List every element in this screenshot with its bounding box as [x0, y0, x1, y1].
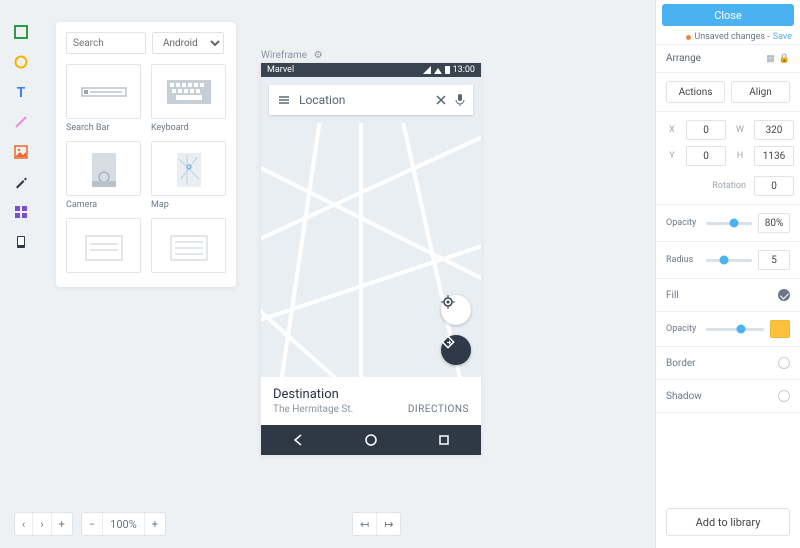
gear-icon[interactable]: ⚙: [314, 50, 323, 61]
back-icon[interactable]: [291, 433, 305, 447]
component-label: Search Bar: [66, 123, 141, 133]
device-tool-icon: [14, 235, 28, 249]
signal-icon: [423, 66, 431, 74]
line-tool-icon: [14, 115, 28, 129]
home-icon[interactable]: [364, 433, 378, 447]
component-card-map[interactable]: Map: [151, 141, 226, 210]
bottom-left-controls: ‹ › + − 100% +: [14, 512, 166, 536]
recents-icon[interactable]: [437, 433, 451, 447]
clock: 13:00: [453, 65, 475, 75]
history-group: ‹ › +: [14, 512, 73, 536]
directions-link[interactable]: DIRECTIONS: [408, 404, 469, 415]
save-link[interactable]: Save: [773, 32, 792, 42]
component-label: Camera: [66, 200, 141, 210]
component-card-searchbar[interactable]: Search Bar: [66, 64, 141, 133]
app-title: Marvel: [267, 65, 294, 75]
map-viewport[interactable]: [261, 123, 481, 377]
image-tool[interactable]: [11, 142, 31, 162]
border-toggle[interactable]: [778, 357, 790, 369]
align-button[interactable]: Align: [731, 81, 790, 103]
component-card-camera[interactable]: Camera: [66, 141, 141, 210]
text-tool-icon: T: [14, 85, 28, 99]
fill-toggle[interactable]: [778, 289, 790, 301]
lock-closed-icon[interactable]: 🔒: [779, 54, 790, 64]
hamburger-icon[interactable]: [277, 93, 291, 107]
x-input[interactable]: [686, 120, 726, 140]
close-icon[interactable]: [435, 94, 447, 106]
component-search-input[interactable]: [66, 32, 146, 54]
shadow-row[interactable]: Shadow: [656, 380, 800, 413]
bottom-center-controls: ↤ ↦: [352, 512, 401, 536]
y-input[interactable]: [686, 146, 726, 166]
search-text: Location: [299, 93, 427, 107]
destination-card[interactable]: Destination The Hermitage St. DIRECTIONS: [261, 377, 481, 425]
zoom-in-button[interactable]: +: [144, 513, 165, 535]
zoom-group: − 100% +: [81, 512, 166, 536]
image-tool-icon: [14, 145, 28, 159]
actions-button[interactable]: Actions: [666, 81, 725, 103]
tool-rail: T: [6, 22, 36, 252]
lock-icon[interactable]: ▦: [766, 54, 775, 64]
fill-color-swatch[interactable]: [770, 320, 790, 338]
destination-title: Destination: [273, 387, 469, 402]
radius-slider[interactable]: [706, 259, 752, 262]
fill-opacity-slider[interactable]: [706, 328, 764, 331]
components-tool[interactable]: [11, 202, 31, 222]
svg-text:T: T: [17, 85, 26, 99]
rectangle-tool-icon: [14, 25, 28, 39]
add-to-library-button[interactable]: Add to library: [666, 508, 790, 536]
add-page-button[interactable]: +: [51, 513, 72, 535]
pen-tool-icon: [14, 175, 28, 189]
android-navbar: [261, 425, 481, 455]
map-search-bar[interactable]: Location: [269, 85, 473, 115]
mic-icon[interactable]: [455, 93, 465, 107]
pen-tool[interactable]: [11, 172, 31, 192]
next-screen-button[interactable]: ↦: [376, 513, 400, 535]
shadow-toggle[interactable]: [778, 390, 790, 402]
artboard-label[interactable]: Wireframe ⚙: [261, 50, 323, 61]
directions-icon: [441, 335, 471, 365]
components-tool-icon: [14, 205, 28, 219]
h-input[interactable]: [754, 146, 794, 166]
component-card-generic2[interactable]: [151, 218, 226, 277]
component-label: Map: [151, 200, 226, 210]
unsaved-dot-icon: [686, 35, 691, 40]
undo-button[interactable]: ‹: [15, 513, 32, 535]
rectangle-tool[interactable]: [11, 22, 31, 42]
border-row[interactable]: Border: [656, 347, 800, 380]
close-button[interactable]: Close: [662, 4, 794, 26]
circle-tool[interactable]: [11, 52, 31, 72]
opacity-slider[interactable]: [706, 222, 752, 225]
arrange-header: Arrange ▦ 🔒: [656, 45, 800, 73]
device-tool[interactable]: [11, 232, 31, 252]
rotation-input[interactable]: [754, 176, 794, 196]
status-bar: Marvel 13:00: [261, 63, 481, 77]
component-panel: Android Search Bar Keyboard Camera Map: [56, 22, 236, 287]
status-icons: 13:00: [423, 65, 475, 75]
w-input[interactable]: [754, 120, 794, 140]
zoom-out-button[interactable]: −: [82, 513, 102, 535]
battery-icon: [445, 66, 450, 74]
locate-fab[interactable]: [441, 295, 471, 325]
platform-select[interactable]: Android: [152, 32, 224, 54]
crosshair-icon: [441, 295, 471, 325]
circle-tool-icon: [14, 55, 28, 69]
fill-row[interactable]: Fill: [656, 279, 800, 312]
line-tool[interactable]: [11, 112, 31, 132]
redo-button[interactable]: ›: [32, 513, 50, 535]
zoom-value[interactable]: 100%: [102, 513, 144, 535]
prev-screen-button[interactable]: ↤: [353, 513, 376, 535]
phone-artboard[interactable]: Marvel 13:00 Location Destination The He…: [261, 63, 481, 455]
directions-fab[interactable]: [441, 335, 471, 365]
text-tool[interactable]: T: [11, 82, 31, 102]
component-label: Keyboard: [151, 123, 226, 133]
radius-value[interactable]: [758, 250, 790, 270]
component-card-keyboard[interactable]: Keyboard: [151, 64, 226, 133]
opacity-value[interactable]: [758, 213, 790, 233]
unsaved-banner: Unsaved changes - Save: [656, 30, 800, 45]
component-card-generic1[interactable]: [66, 218, 141, 277]
inspector-panel: Close Unsaved changes - Save Arrange ▦ 🔒…: [655, 0, 800, 548]
wifi-icon: [434, 66, 442, 74]
